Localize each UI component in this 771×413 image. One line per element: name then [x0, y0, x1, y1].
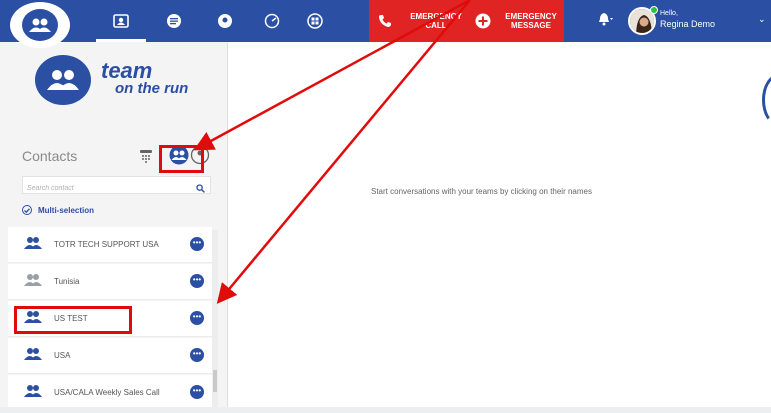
list-item-label: TOTR TECH SUPPORT USA [54, 240, 159, 249]
app-window: EMERGENCY CALL EMERGENCY MESSAGE Hello, Re… [0, 0, 771, 413]
chevron-down-icon[interactable]: ⌄ [758, 14, 766, 25]
more-options-icon[interactable]: ••• [190, 311, 204, 325]
more-options-icon[interactable]: ••• [190, 237, 204, 251]
emergency-message-button[interactable]: EMERGENCY MESSAGE [467, 0, 564, 42]
list-item-label: USA/CALA Weekly Sales Call [54, 388, 160, 397]
list-item[interactable]: USA ••• [8, 338, 212, 374]
search-contact-input[interactable] [23, 180, 188, 197]
list-item[interactable]: Tunisia ••• [8, 264, 212, 300]
multi-selection-toggle[interactable]: Multi-selection [22, 205, 94, 215]
nav-dashboard-icon[interactable] [259, 8, 285, 34]
top-navigation-bar: EMERGENCY CALL EMERGENCY MESSAGE Hello, Re… [0, 0, 771, 48]
contacts-sidebar: team on the run Contacts Multi-selection [0, 42, 228, 413]
plus-circle-icon [475, 13, 491, 29]
contacts-scrollbar-thumb[interactable] [213, 370, 217, 392]
list-item-label: USA [54, 351, 71, 360]
group-icon [24, 273, 42, 292]
us-test-highlight [14, 306, 132, 334]
greeting-text: Hello, [660, 10, 678, 17]
nav-location-icon[interactable] [212, 8, 238, 34]
phone-icon [379, 15, 391, 27]
app-logo-badge[interactable] [10, 2, 70, 48]
user-name[interactable]: Regina Demo [660, 19, 715, 29]
team-logo-icon [35, 55, 91, 105]
more-options-icon[interactable]: ••• [190, 348, 204, 362]
search-icon[interactable] [196, 180, 205, 198]
list-item[interactable]: TOTR TECH SUPPORT USA ••• [8, 227, 212, 263]
nav-apps-icon[interactable] [302, 8, 328, 34]
online-status-dot [650, 6, 658, 14]
groups-tab-highlight [159, 145, 204, 173]
group-icon [24, 236, 42, 255]
list-item-label: Tunisia [54, 277, 80, 286]
group-icon [24, 384, 42, 403]
brand-line-1: team [101, 58, 153, 83]
brand-logo: team on the run [35, 55, 188, 105]
checkmark-circle-icon [22, 205, 32, 215]
emergency-call-button[interactable]: EMERGENCY CALL [369, 0, 467, 42]
group-icon [24, 347, 42, 366]
contacts-title: Contacts [22, 148, 78, 164]
more-options-icon[interactable]: ••• [190, 274, 204, 288]
emergency-call-label: EMERGENCY CALL [410, 12, 462, 30]
list-item[interactable]: USA/CALA Weekly Sales Call ••• [8, 375, 212, 411]
team-logo-icon [29, 18, 51, 32]
brand-line-2: on the run [115, 80, 189, 97]
phone-directory-icon[interactable] [139, 149, 153, 168]
multi-selection-label: Multi-selection [38, 205, 95, 215]
search-contact-field[interactable] [22, 176, 211, 197]
empty-state-message: Start conversations with your teams by c… [371, 187, 592, 196]
nav-messages-icon[interactable] [161, 8, 187, 34]
nav-contacts-icon[interactable] [96, 8, 146, 42]
emergency-message-label: EMERGENCY MESSAGE [505, 12, 557, 30]
footer-bar [0, 407, 771, 413]
more-options-icon[interactable]: ••• [190, 385, 204, 399]
conversation-area: Start conversations with your teams by c… [228, 42, 771, 413]
notifications-bell-icon[interactable] [598, 12, 614, 31]
